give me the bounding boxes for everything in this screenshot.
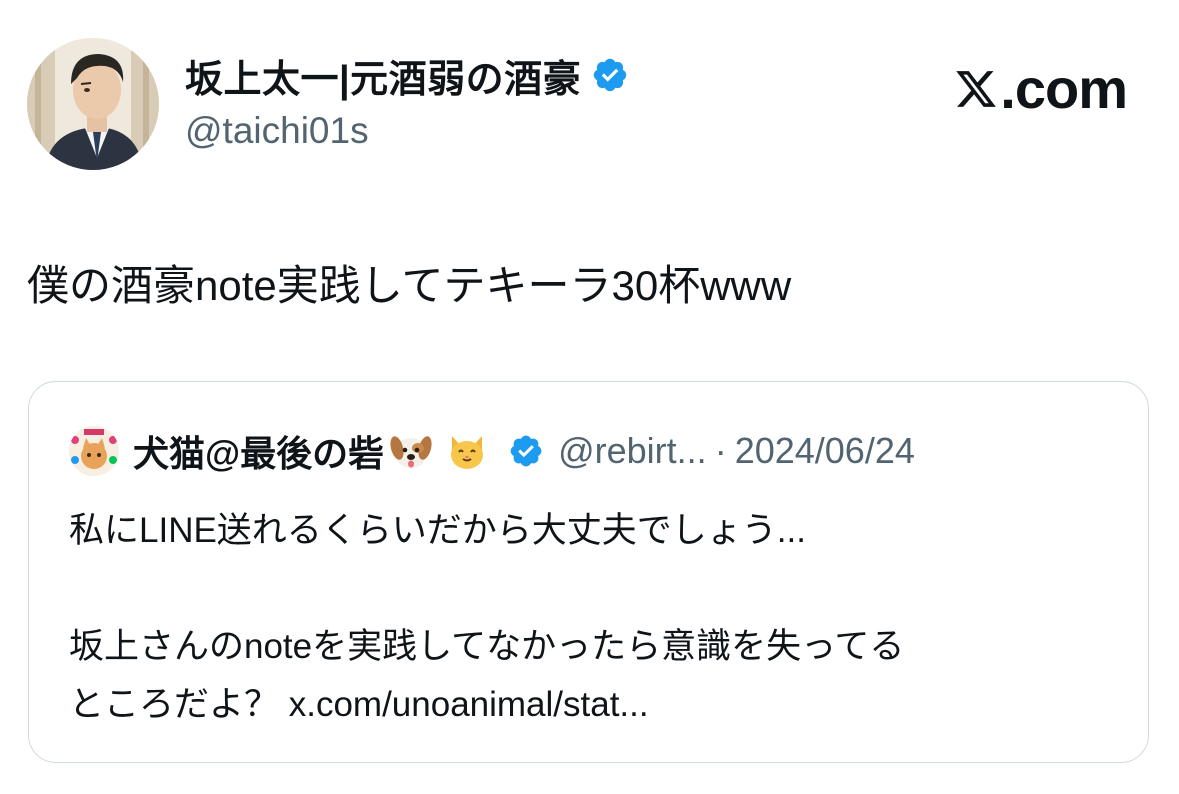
x-logo-icon xyxy=(956,70,997,107)
verified-badge-icon[interactable] xyxy=(591,56,629,94)
display-name-row: 坂上太一|元酒弱の酒豪 xyxy=(185,48,629,103)
quoted-text-line: 私にLINE送れるくらいだから大丈夫でしょう... xyxy=(69,511,806,550)
quoted-tweet-card[interactable]: 犬猫@最後の砦 @rebirt... · 2024/06/24 私にLINE送れ… xyxy=(28,381,1149,763)
dog-face-icon xyxy=(390,436,432,468)
author-display-name[interactable]: 坂上太一|元酒弱の酒豪 xyxy=(185,48,581,103)
tweet-text: 僕の酒豪note実践してテキーラ30杯www xyxy=(27,262,792,309)
quoted-author-handle[interactable]: @rebirt... xyxy=(558,430,707,472)
quoted-text-line: ところだよ？ x.com/unoanimal/stat... xyxy=(69,685,649,724)
x-brand-label: .com xyxy=(1000,57,1128,120)
quoted-separator: · xyxy=(714,430,727,471)
quoted-text-line: 坂上さんのnoteを実践してなかったら意識を失ってる xyxy=(69,627,905,666)
quoted-author-display-name[interactable]: 犬猫@最後の砦 xyxy=(133,425,384,477)
quoted-text-line xyxy=(69,560,1119,618)
quoted-tweet-text: 私にLINE送れるくらいだから大丈夫でしょう... 坂上さんのnoteを実践して… xyxy=(69,502,1119,734)
tweet-header: 坂上太一|元酒弱の酒豪 @taichi01s .com xyxy=(27,38,1157,173)
author-names: 坂上太一|元酒弱の酒豪 @taichi01s xyxy=(185,50,629,152)
quoted-tweet-header: 犬猫@最後の砦 @rebirt... · 2024/06/24 xyxy=(69,426,915,476)
quoted-verified-badge-icon[interactable] xyxy=(508,433,544,469)
quoted-author-avatar[interactable] xyxy=(69,426,119,476)
cat-face-icon xyxy=(451,436,484,469)
x-brand[interactable]: .com xyxy=(954,56,1128,121)
author-avatar[interactable] xyxy=(27,38,159,170)
author-handle[interactable]: @taichi01s xyxy=(185,110,629,152)
quoted-date[interactable]: 2024/06/24 xyxy=(735,430,915,472)
